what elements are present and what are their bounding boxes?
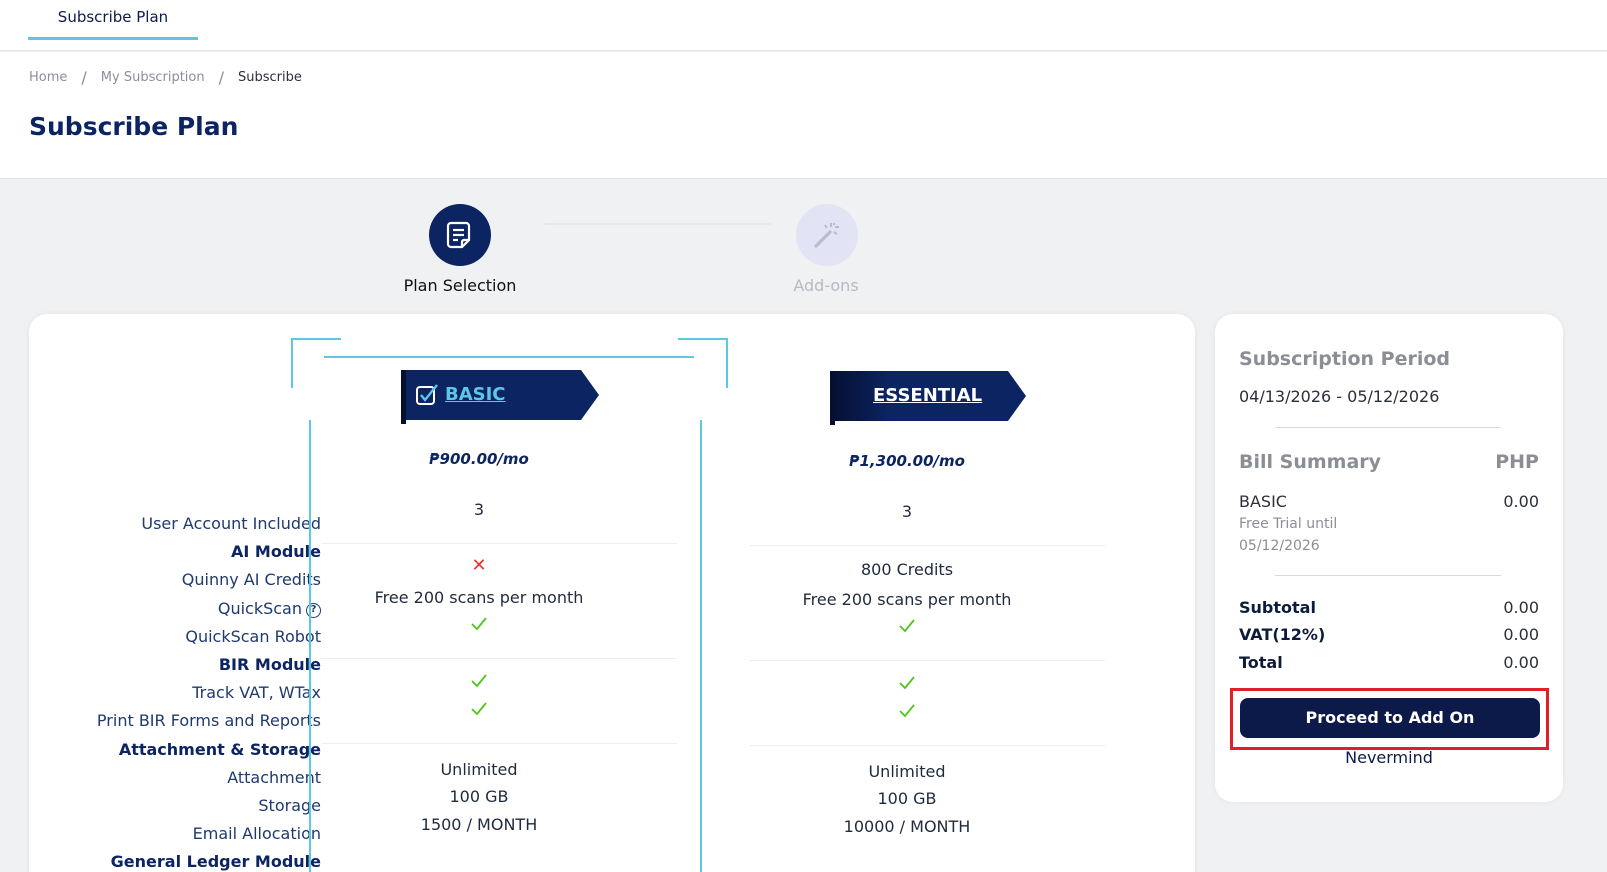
essential-users: 3 <box>901 502 913 521</box>
feature-list: User Account Included AI Module Quinny A… <box>59 510 321 872</box>
essential-quinny-credits: 800 Credits <box>860 560 954 579</box>
feature-print-bir: Print BIR Forms and Reports <box>96 711 321 731</box>
subscription-period-heading: Subscription Period <box>1239 348 1451 370</box>
feature-email-allocation: Email Allocation <box>192 824 321 844</box>
plan-ribbon-basic[interactable]: BASIC <box>401 370 601 424</box>
essential-email: 10000 / MONTH <box>843 817 971 836</box>
feature-user-account: User Account Included <box>141 514 321 533</box>
free-trial-label: Free Trial until <box>1239 516 1338 532</box>
feature-attachment: Attachment <box>227 767 321 787</box>
feature-general-ledger-module: General Ledger Module <box>110 852 321 872</box>
step-add-ons[interactable] <box>796 204 858 266</box>
subtotal-label: Subtotal <box>1239 598 1316 617</box>
currency-label: PHP <box>1495 451 1539 473</box>
plan-price-basic: ₱900.00/mo <box>429 450 529 468</box>
stepper: Plan Selection Add-ons <box>0 180 1190 300</box>
plan-price-essential: ₱1,300.00/mo <box>849 452 965 470</box>
check-icon <box>471 674 487 688</box>
nevermind-link[interactable]: Nevermind <box>1215 748 1563 767</box>
basic-attachment: Unlimited <box>440 760 518 779</box>
bill-item-name: BASIC <box>1239 492 1287 511</box>
basic-quickscan: Free 200 scans per month <box>374 588 584 607</box>
essential-storage: 100 GB <box>877 789 937 808</box>
page-title: Subscribe Plan <box>29 112 239 141</box>
check-icon <box>899 704 915 718</box>
bill-summary-card: Subscription Period 04/13/2026 - 05/12/2… <box>1215 314 1563 802</box>
plan-ribbon-essential[interactable]: ESSENTIAL <box>830 371 1030 425</box>
basic-users: 3 <box>473 500 485 519</box>
feature-bir-module: BIR Module <box>218 654 321 674</box>
total-label: Total <box>1239 653 1283 672</box>
feature-quinny-credits: Quinny AI Credits <box>181 570 321 590</box>
plan-name-basic[interactable]: BASIC <box>445 370 506 420</box>
feature-quickscan: QuickScan? <box>59 595 321 623</box>
plan-name-essential[interactable]: ESSENTIAL <box>873 371 982 421</box>
page-header: Home / My Subscription / Subscribe Subsc… <box>0 52 1607 179</box>
step-plan-selection[interactable] <box>429 204 491 266</box>
check-icon <box>899 676 915 690</box>
breadcrumb-separator: / <box>81 68 87 87</box>
feature-track-vat: Track VAT, WTax <box>192 683 321 703</box>
magic-wand-icon <box>814 222 839 248</box>
basic-email: 1500 / MONTH <box>420 815 538 834</box>
feature-storage: Storage <box>258 795 321 815</box>
breadcrumb: Home / My Subscription / Subscribe <box>29 68 302 87</box>
breadcrumb-home[interactable]: Home <box>29 70 67 85</box>
checkbox-checked-icon <box>416 384 438 405</box>
feature-ai-module: AI Module <box>231 542 321 562</box>
check-icon <box>471 702 487 716</box>
subscription-period-value: 04/13/2026 - 05/12/2026 <box>1239 387 1440 406</box>
document-icon <box>446 221 471 249</box>
step-connector <box>545 223 771 225</box>
feature-quickscan-robot: QuickScan Robot <box>185 626 321 646</box>
bill-item-amount: 0.00 <box>1503 492 1539 511</box>
free-trial-date: 05/12/2026 <box>1239 538 1320 554</box>
top-bar: Subscribe Plan <box>0 0 1607 51</box>
essential-quickscan: Free 200 scans per month <box>802 590 1012 609</box>
bill-summary-heading: Bill Summary <box>1239 451 1382 473</box>
check-icon <box>899 619 915 633</box>
breadcrumb-separator: / <box>218 68 224 87</box>
breadcrumb-my-subscription[interactable]: My Subscription <box>101 70 205 85</box>
feature-quickscan-label: QuickScan <box>217 598 302 618</box>
tab-subscribe-plan[interactable]: Subscribe Plan <box>28 0 198 40</box>
breadcrumb-subscribe: Subscribe <box>238 70 302 85</box>
subtotal-value: 0.00 <box>1503 598 1539 617</box>
vat-value: 0.00 <box>1503 625 1539 644</box>
step-add-ons-label: Add-ons <box>793 276 859 295</box>
proceed-to-add-on-button[interactable]: Proceed to Add On <box>1240 698 1540 738</box>
check-icon <box>471 617 487 631</box>
essential-attachment: Unlimited <box>868 762 946 781</box>
vat-label: VAT(12%) <box>1239 625 1326 644</box>
cross-icon: ✕ <box>471 555 487 576</box>
basic-storage: 100 GB <box>449 787 509 806</box>
step-plan-selection-label: Plan Selection <box>403 276 517 295</box>
total-value: 0.00 <box>1503 653 1539 672</box>
feature-attachment-storage-module: Attachment & Storage <box>118 739 321 759</box>
plans-card: User Account Included AI Module Quinny A… <box>29 314 1195 872</box>
